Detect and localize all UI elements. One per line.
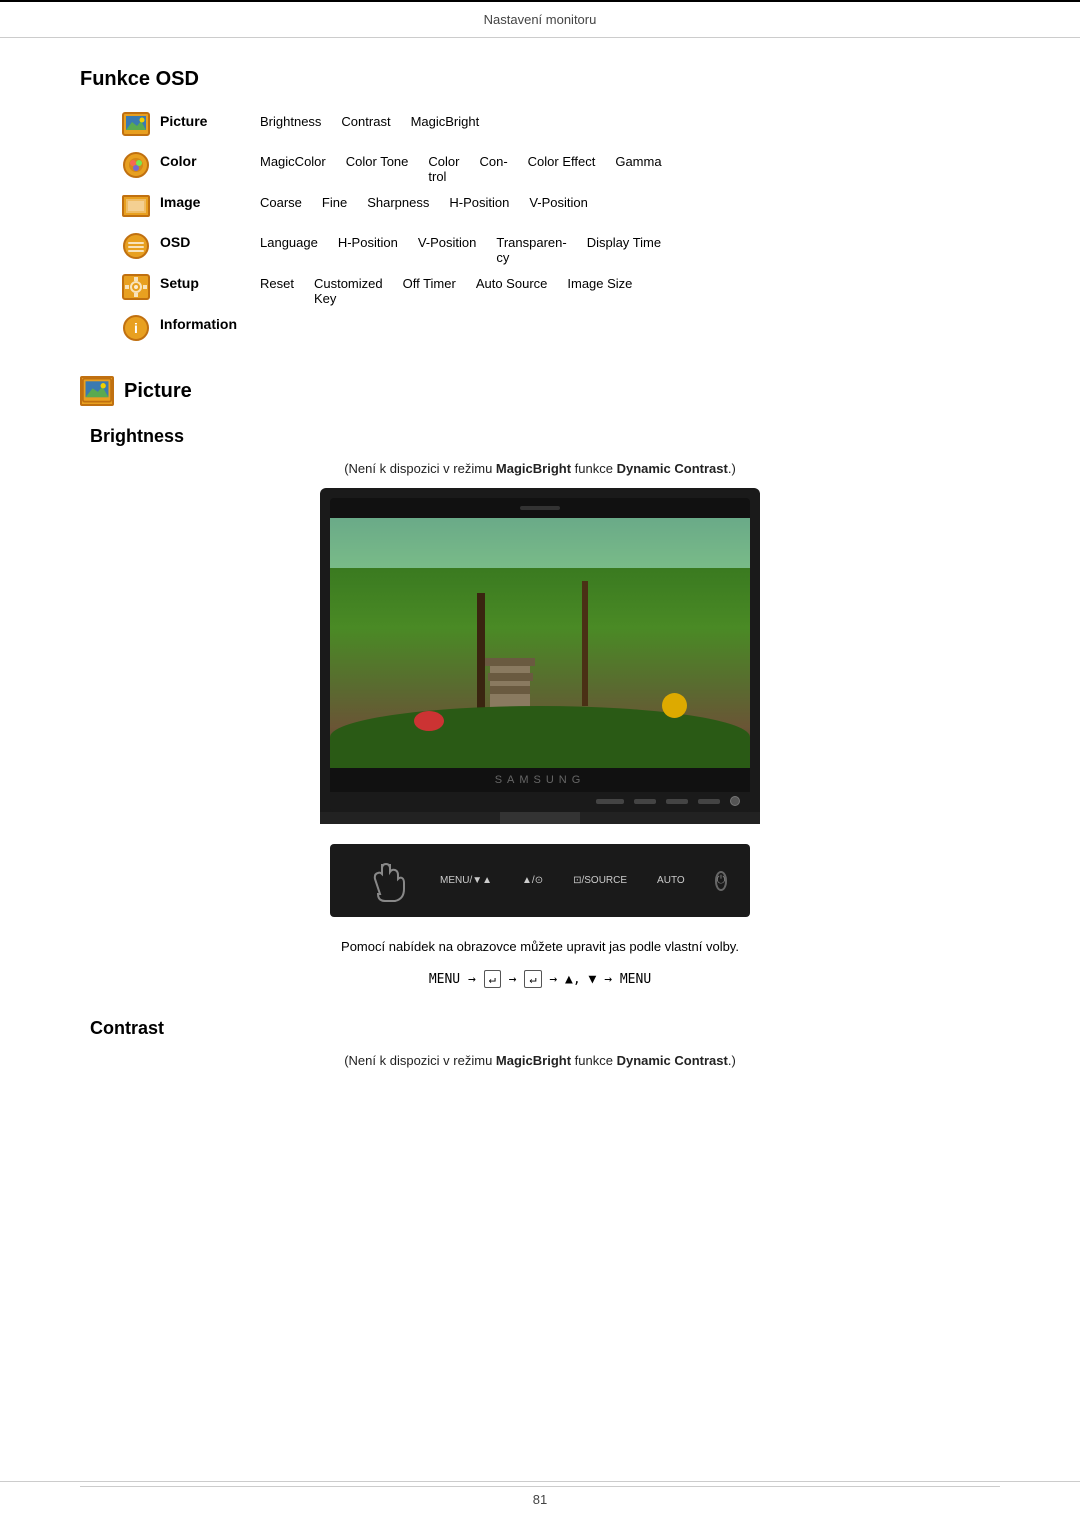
- menu-seq-box-1: ↵: [484, 970, 501, 988]
- osd-row-information: i Information: [120, 314, 1000, 346]
- picture-heading-text: Picture: [124, 380, 192, 403]
- osd-item: Reset: [260, 276, 294, 291]
- osd-item: Fine: [322, 195, 347, 210]
- osd-item: Con-: [479, 154, 507, 169]
- ctrl-source: ⊡/SOURCE: [573, 875, 627, 886]
- picture-icon-large: [80, 376, 114, 406]
- monitor-brand: SAMSUNG: [330, 768, 750, 792]
- control-bar: MENU/▼▲ ▲/⊙ ⊡/SOURCE AUTO ⏻: [330, 844, 750, 917]
- osd-item: Transparen-cy: [496, 235, 566, 265]
- osd-item: Auto Source: [476, 276, 548, 291]
- osd-row-picture: Picture Brightness Contrast MagicBright: [120, 111, 1000, 143]
- svg-text:i: i: [134, 320, 138, 336]
- osd-item: CustomizedKey: [314, 276, 383, 306]
- funkce-osd-title: Funkce OSD: [80, 68, 1000, 91]
- osd-item: Colortrol: [428, 154, 459, 184]
- note-bold2: Dynamic Contrast: [617, 461, 728, 476]
- top-rule: [0, 0, 1080, 2]
- osd-item: Contrast: [341, 114, 390, 129]
- osd-items-color: MagicColor Color Tone Colortrol Con- Col…: [260, 151, 662, 184]
- osd-item: V-Position: [529, 195, 588, 210]
- ctrl-menu: MENU/▼▲: [440, 875, 492, 886]
- osd-items-setup: Reset CustomizedKey Off Timer Auto Sourc…: [260, 273, 632, 306]
- info-icon: i: [120, 314, 152, 342]
- ctrl-adjust: ▲/⊙: [522, 875, 543, 886]
- page-number: 81: [533, 1492, 547, 1507]
- osd-items-picture: Brightness Contrast MagicBright: [260, 111, 479, 129]
- note-bold1: MagicBright: [496, 461, 571, 476]
- menu-seq-box-2: ↵: [524, 970, 541, 988]
- osd-item: Image Size: [567, 276, 632, 291]
- ctrl-auto: AUTO: [657, 875, 685, 886]
- picture-heading: Picture: [80, 376, 1000, 406]
- osd-item: Sharpness: [367, 195, 429, 210]
- osd-item: Color Effect: [528, 154, 596, 169]
- contrast-note: (Není k dispozici v režimu MagicBright f…: [80, 1053, 1000, 1068]
- osd-items-osd: Language H-Position V-Position Transpare…: [260, 232, 661, 265]
- osd-row-image: Image Coarse Fine Sharpness H-Position V…: [120, 192, 1000, 224]
- setup-icon: [120, 273, 152, 301]
- note-prefix: (Není k dispozici v režimu: [344, 461, 496, 476]
- osd-label-color: Color: [160, 151, 260, 169]
- osd-item: Display Time: [587, 235, 661, 250]
- monitor-outer: SAMSUNG: [320, 488, 760, 824]
- osd-item: V-Position: [418, 235, 477, 250]
- picture-icon: [120, 111, 152, 139]
- osd-items-image: Coarse Fine Sharpness H-Position V-Posit…: [260, 192, 588, 210]
- contrast-note-middle: funkce: [571, 1053, 617, 1068]
- osd-item: Gamma: [615, 154, 661, 169]
- osd-item: Brightness: [260, 114, 321, 129]
- brightness-note: (Není k dispozici v režimu MagicBright f…: [80, 461, 1000, 476]
- page-header: Nastavení monitoru: [0, 6, 1080, 38]
- osd-row-setup: Setup Reset CustomizedKey Off Timer Auto…: [120, 273, 1000, 306]
- osd-item: Coarse: [260, 195, 302, 210]
- monitor-screen: [330, 518, 750, 768]
- ctrl-power: ⏻: [715, 871, 728, 891]
- osd-item: MagicColor: [260, 154, 326, 169]
- contrast-note-suffix: .): [728, 1053, 736, 1068]
- contrast-note-bold2: Dynamic Contrast: [617, 1053, 728, 1068]
- osd-row-color: Color MagicColor Color Tone Colortrol Co…: [120, 151, 1000, 184]
- osd-item: H-Position: [449, 195, 509, 210]
- osd-label-image: Image: [160, 192, 260, 210]
- osd-label-osd: OSD: [160, 232, 260, 250]
- menu-sequence: MENU → ↵ → ↵ → ▲, ▼ → MENU: [80, 970, 1000, 988]
- osd-row-osd: OSD Language H-Position V-Position Trans…: [120, 232, 1000, 265]
- osd-label-setup: Setup: [160, 273, 260, 291]
- main-content: Funkce OSD Picture Brightness Contrast M: [0, 68, 1080, 1068]
- osd-item: Color Tone: [346, 154, 409, 169]
- osd-item: MagicBright: [411, 114, 480, 129]
- monitor-area: SAMSUNG: [80, 488, 1000, 824]
- image-icon: [120, 192, 152, 220]
- header-text: Nastavení monitoru: [484, 12, 597, 27]
- osd-item: Off Timer: [403, 276, 456, 291]
- hand-cursor-icon: [360, 854, 410, 904]
- content-text: Pomocí nabídek na obrazovce můžete uprav…: [80, 937, 1000, 958]
- contrast-title: Contrast: [90, 1018, 1000, 1039]
- osd-item: Language: [260, 235, 318, 250]
- note-suffix: .): [728, 461, 736, 476]
- page-container: Nastavení monitoru Funkce OSD Picture Br: [0, 0, 1080, 1527]
- control-panel: MENU/▼▲ ▲/⊙ ⊡/SOURCE AUTO ⏻: [80, 844, 1000, 917]
- brightness-title: Brightness: [90, 426, 1000, 447]
- osd-icon: [120, 232, 152, 260]
- contrast-note-prefix: (Není k dispozici v režimu: [344, 1053, 496, 1068]
- note-middle: funkce: [571, 461, 617, 476]
- osd-item: H-Position: [338, 235, 398, 250]
- color-icon: [120, 151, 152, 179]
- osd-table: Picture Brightness Contrast MagicBright: [120, 111, 1000, 346]
- contrast-note-bold1: MagicBright: [496, 1053, 571, 1068]
- page-footer: 81: [0, 1481, 1080, 1507]
- osd-label-picture: Picture: [160, 111, 260, 129]
- osd-label-information: Information: [160, 314, 260, 332]
